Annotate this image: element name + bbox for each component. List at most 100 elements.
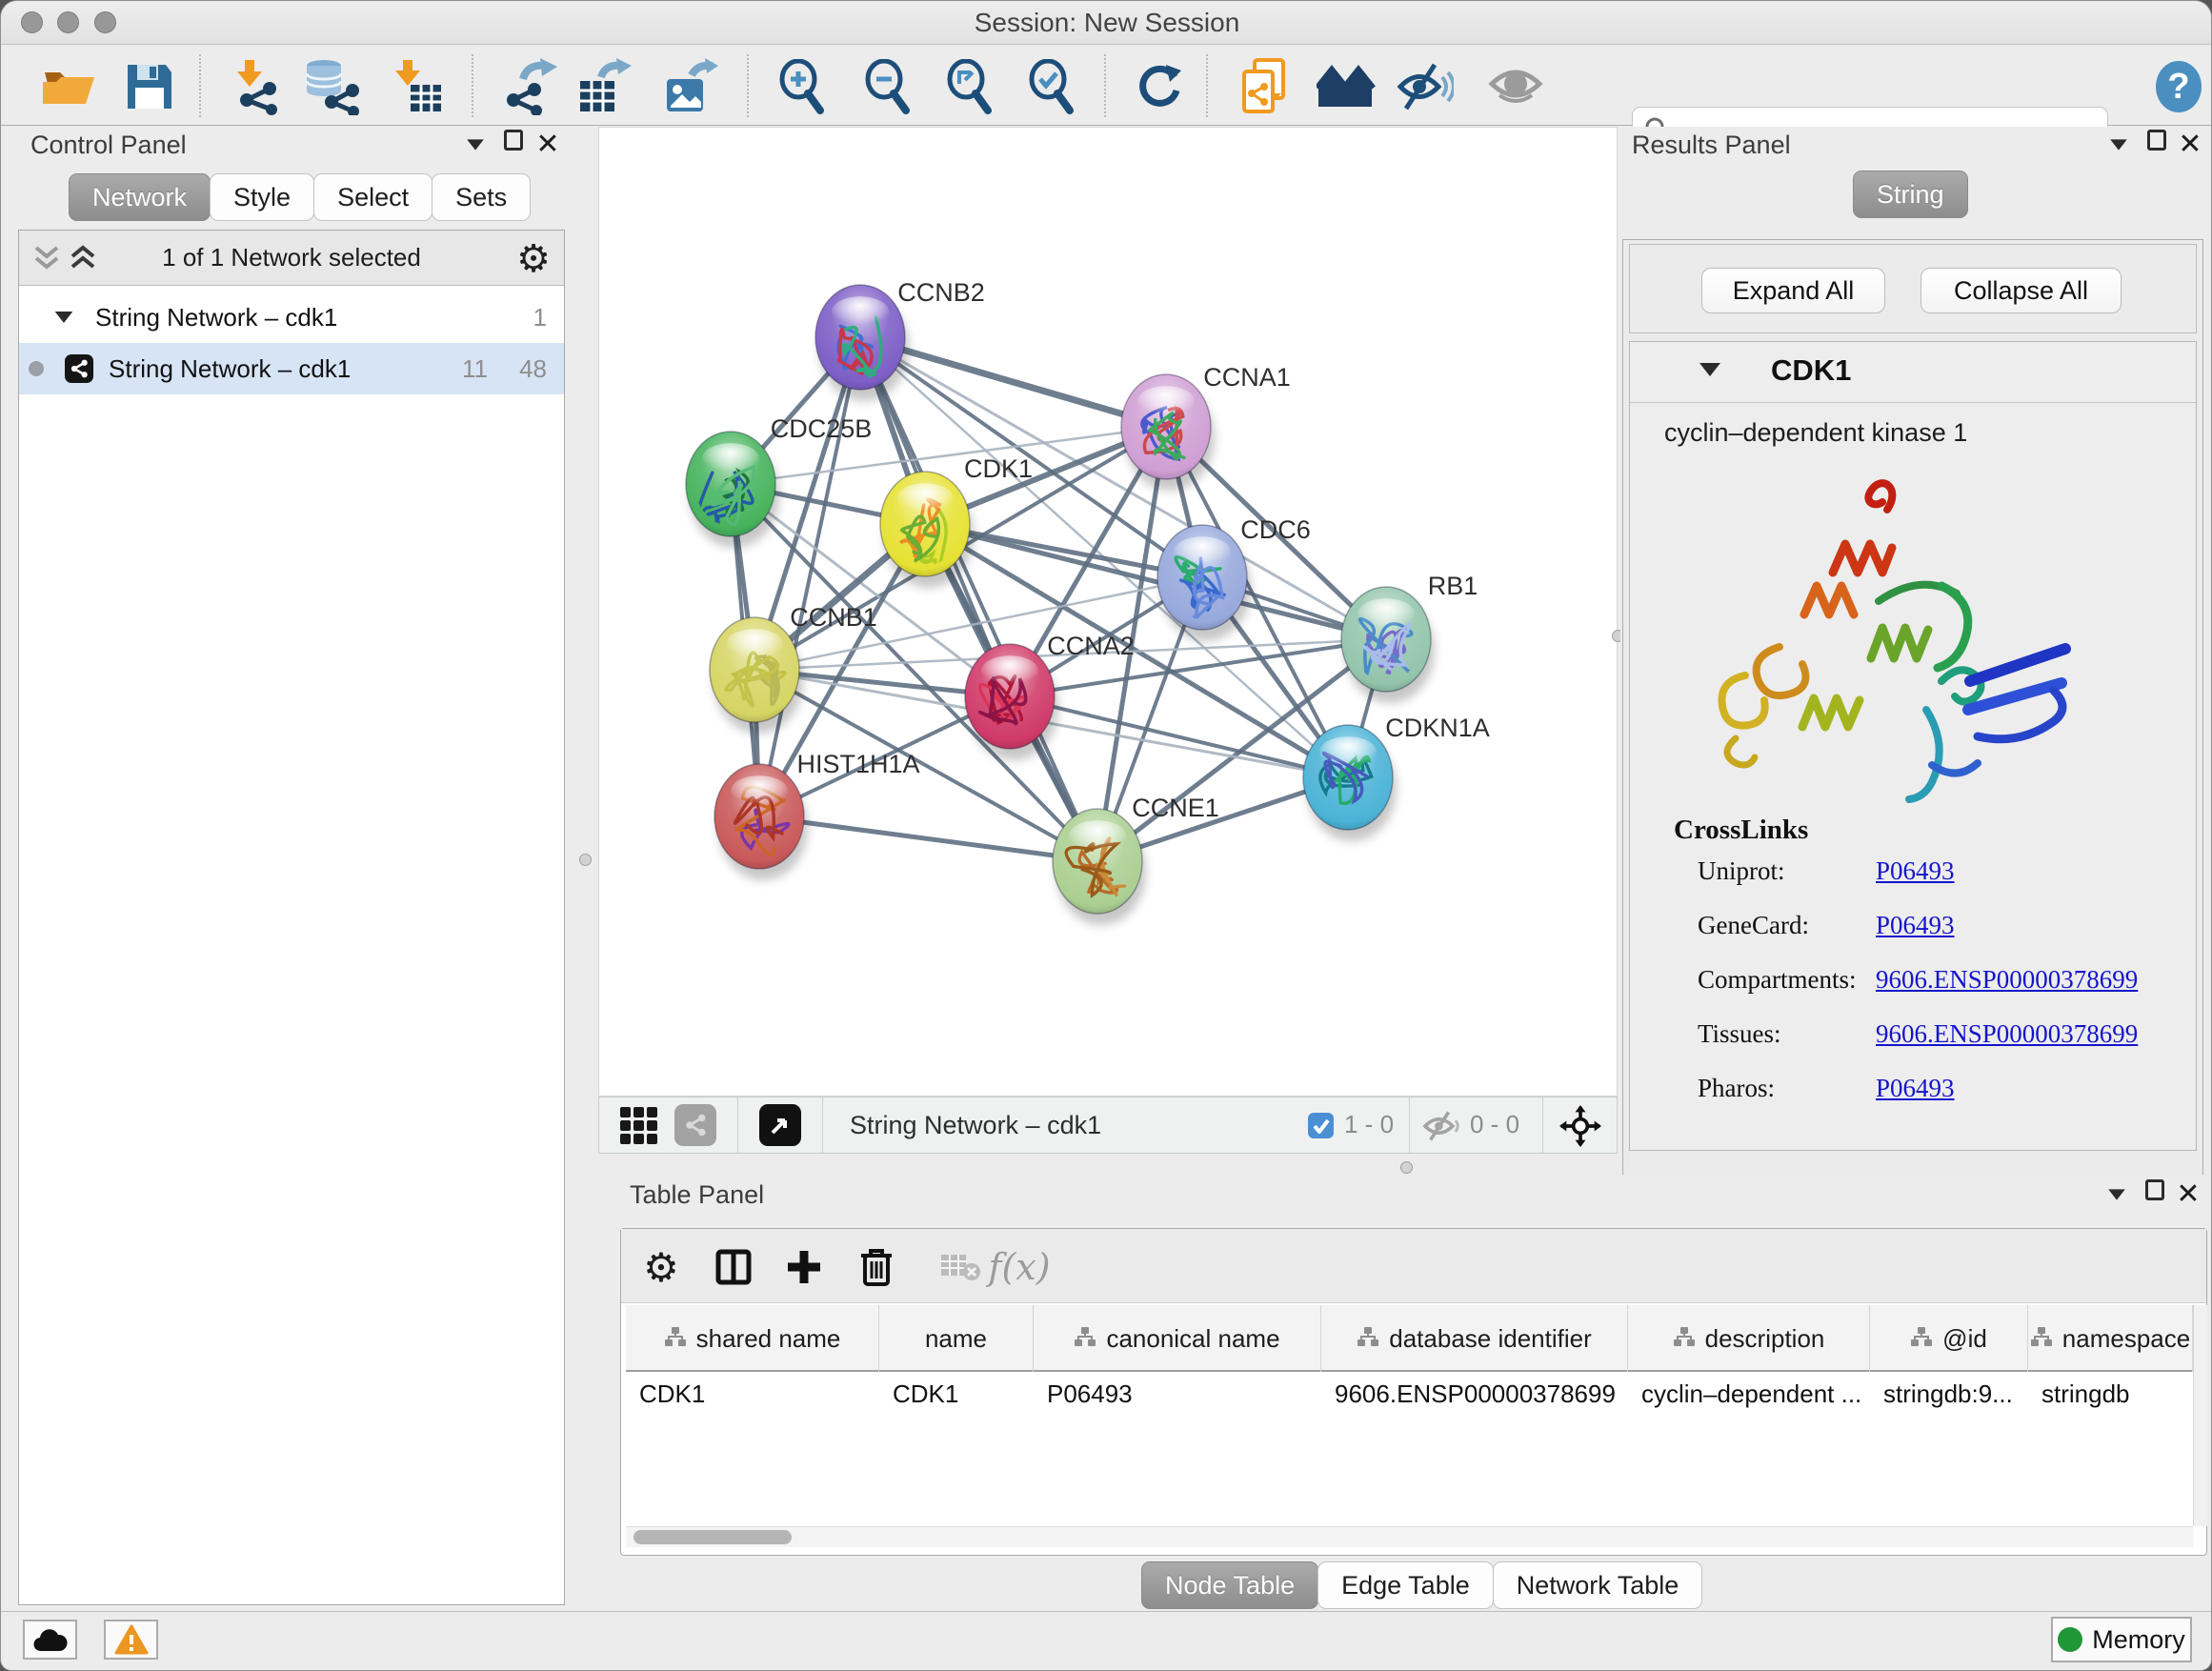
table-panel-float-button[interactable] [2138,1179,2172,1210]
memory-button[interactable]: Memory [2051,1617,2192,1662]
gear-icon[interactable]: ⚙ [516,237,551,281]
collapse-all-button[interactable]: Collapse All [1920,268,2122,313]
table-cell[interactable]: stringdb:9... [1870,1372,2028,1416]
fit-selected-crosshair-icon[interactable] [1559,1105,1601,1147]
node-CCNA2[interactable]: CCNA2 [965,632,1135,760]
node-CDC25B[interactable]: CDC25B [686,414,872,548]
warnings-button[interactable] [104,1620,158,1660]
column-header-shared-name[interactable]: shared name [626,1305,879,1372]
collapse-triangle-icon[interactable] [55,312,73,323]
column-header-namespace[interactable]: namespace [2028,1305,2193,1372]
network-graph[interactable]: CCNB2CCNA1CDC25BCDK1CDC6RB1CCNB1CCNA2CDK… [599,128,1617,1096]
edge-CDK1-RB1[interactable] [925,524,1386,639]
apply-layout-button[interactable] [1130,58,1189,115]
export-image-button[interactable] [661,58,720,115]
tab-select[interactable]: Select [313,173,432,221]
hide-selected-button[interactable] [1396,58,1455,115]
tab-network[interactable]: Network [69,173,211,221]
table-cell[interactable]: stringdb [2028,1372,2193,1416]
zoom-fit-button[interactable] [939,58,998,115]
node-CDKN1A[interactable]: CDKN1A [1303,714,1490,841]
control-panel-menu-button[interactable] [458,132,493,163]
birdseye-view-button[interactable] [759,1104,801,1146]
column-header-canonical-name[interactable]: canonical name [1034,1305,1321,1372]
table-gear-icon[interactable]: ⚙ [636,1242,686,1292]
tab-sets[interactable]: Sets [432,173,531,221]
table-cell[interactable]: 9606.ENSP00000378699 [1321,1372,1628,1416]
import-network-database-button[interactable] [302,58,361,115]
add-column-icon[interactable] [779,1242,829,1292]
network-row-selected[interactable]: String Network – cdk1 11 48 [19,343,564,394]
crosslink-link[interactable]: 9606.ENSP00000378699 [1876,965,2138,995]
network-share-view-icon[interactable] [674,1104,716,1146]
crosslink-link[interactable]: 9606.ENSP00000378699 [1876,1019,2138,1049]
protein-structure-image [1687,460,2097,803]
gene-card-header[interactable]: CDK1 [1630,342,2196,403]
crosslink-link[interactable]: P06493 [1876,856,1955,886]
network-collection-row[interactable]: String Network – cdk1 1 [19,292,564,343]
results-panel-float-button[interactable] [2140,130,2174,160]
show-hidden-button[interactable] [1486,58,1545,115]
table-cell[interactable]: CDK1 [879,1372,1034,1416]
results-panel-close-button[interactable]: ✕ [2173,130,2207,160]
export-network-button[interactable] [500,58,559,115]
bottom-splitter-handle[interactable] [1400,1161,1413,1174]
grid-view-icon[interactable] [620,1107,657,1144]
node-CCNB2[interactable]: CCNB2 [815,278,985,401]
zoom-out-button[interactable] [857,58,916,115]
table-panel-close-button[interactable]: ✕ [2171,1179,2205,1210]
control-panel-close-button[interactable]: ✕ [531,130,565,160]
table-cell[interactable]: P06493 [1034,1372,1321,1416]
horizontal-scrollbar-thumb[interactable] [633,1530,792,1544]
table-cell[interactable]: cyclin–dependent ... [1628,1372,1870,1416]
cloud-button[interactable] [23,1620,77,1660]
delete-column-trash-icon[interactable] [852,1242,901,1292]
column-header-description[interactable]: description [1628,1305,1870,1372]
open-session-button[interactable] [39,58,98,115]
column-header--id[interactable]: @id [1870,1305,2028,1372]
table-row[interactable]: CDK1CDK1P064939606.ENSP00000378699cyclin… [626,1372,2193,1416]
tab-style[interactable]: Style [210,173,314,221]
export-table-button[interactable] [574,58,633,115]
selected-checkbox-icon[interactable] [1308,1113,1334,1138]
help-button[interactable]: ? [2149,58,2208,115]
node-CDC6[interactable]: CDC6 [1157,515,1311,641]
column-header-name[interactable]: name [879,1305,1034,1372]
crosslink-link[interactable]: P06493 [1876,911,1955,940]
left-splitter-handle[interactable] [579,854,592,866]
save-session-button[interactable] [120,58,179,115]
edge-CCNB2-CCNE1[interactable] [860,337,1097,861]
node-CCNB1[interactable]: CCNB1 [710,603,877,734]
table-panel-menu-button[interactable] [2100,1182,2134,1213]
column-header-database-identifier[interactable]: database identifier [1321,1305,1628,1372]
import-table-icon [390,58,443,115]
node-RB1[interactable]: RB1 [1341,572,1478,703]
zoom-in-button[interactable] [772,58,831,115]
copy-documents-icon [1237,57,1291,116]
import-table-file-button[interactable] [387,58,446,115]
edge-HIST1H1A-CCNE1[interactable] [759,816,1097,861]
node-HIST1H1A[interactable]: HIST1H1A [714,750,920,880]
tab-network-table[interactable]: Network Table [1493,1561,1703,1609]
table-cell[interactable]: CDK1 [626,1372,879,1416]
network-canvas[interactable]: CCNB2CCNA1CDC25BCDK1CDC6RB1CCNB1CCNA2CDK… [598,127,1618,1097]
import-network-file-button[interactable] [228,58,287,115]
node-CCNE1[interactable]: CCNE1 [1053,794,1219,925]
collapse-triangle-icon[interactable] [1699,363,1720,376]
control-panel-float-button[interactable] [496,130,531,160]
results-panel-menu-button[interactable] [2101,132,2136,163]
expand-all-button[interactable]: Expand All [1701,268,1885,313]
node-CCNA1[interactable]: CCNA1 [1121,363,1291,491]
zoom-selected-button[interactable] [1021,58,1080,115]
tab-edge-table[interactable]: Edge Table [1317,1561,1494,1609]
tab-string[interactable]: String [1853,171,1968,218]
zoom-selected-icon [1025,59,1076,114]
show-all-button[interactable] [1317,58,1376,115]
columns-icon[interactable] [709,1242,758,1292]
edge-CCNB2-HIST1H1A[interactable] [759,337,860,816]
crosslink-link[interactable]: P06493 [1876,1074,1955,1103]
crosslink-label: Uniprot: [1698,856,1785,886]
clone-network-button[interactable] [1235,58,1294,115]
node-label-RB1: RB1 [1428,572,1478,600]
tab-node-table[interactable]: Node Table [1141,1561,1318,1609]
